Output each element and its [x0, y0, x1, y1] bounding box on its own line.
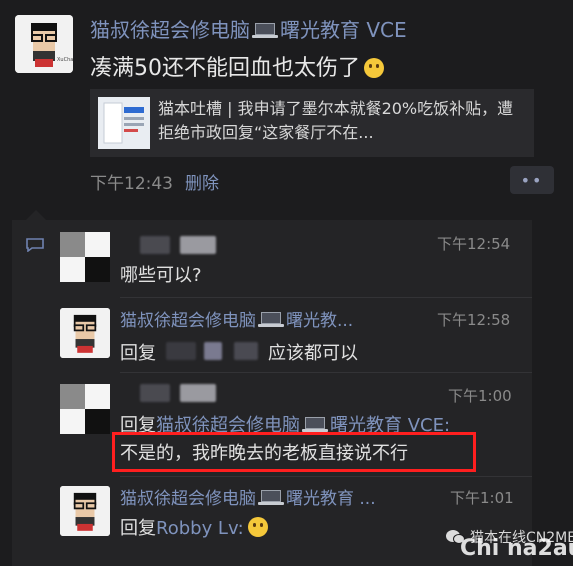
- comment-author-name[interactable]: 猫叔徐超会修电脑: [120, 489, 256, 509]
- comment-author[interactable]: 猫叔徐超会修电脑 曙光教...: [120, 306, 353, 331]
- post-text-content: 凑满50还不能回血也太伤了: [90, 56, 360, 81]
- blurred-reply-target: [166, 342, 196, 360]
- post-time: 下午12:43: [90, 174, 173, 194]
- comment-reply-prefix: 回复: [120, 518, 156, 539]
- divider: [120, 372, 532, 373]
- post-author-name[interactable]: 猫叔徐超会修电脑 曙光教育 VCE: [90, 14, 407, 43]
- comment-text: 哪些可以?: [120, 265, 202, 286]
- more-actions-button[interactable]: ••: [510, 166, 554, 194]
- comment-time: 下午12:54: [437, 235, 511, 253]
- divider: [120, 476, 532, 477]
- laptop-icon: [252, 23, 278, 39]
- comment-reply-prefix: 回复: [120, 343, 156, 364]
- shared-link-card[interactable]: 猫本吐槽 | 我申请了墨尔本就餐20%吃饭补贴，遭拒绝市政回复“这家餐厅不在..…: [90, 89, 534, 157]
- commenter-avatar-blurred[interactable]: [60, 232, 110, 282]
- comment-reply-line: 回复Robby Lv:: [120, 514, 268, 540]
- blurred-reply-target-2: [204, 342, 222, 360]
- comment-icon: [26, 238, 44, 252]
- blurred-name: [140, 384, 170, 402]
- blurred-name-2: [180, 236, 216, 254]
- comment-author-suffix[interactable]: 曙光教育 ...: [286, 489, 376, 509]
- comment-author-name[interactable]: 猫叔徐超会修电脑: [120, 311, 256, 331]
- divider: [120, 297, 532, 298]
- comment-time: 下午1:00: [448, 387, 512, 405]
- comment-text: 应该都可以: [268, 343, 358, 364]
- comment-author-suffix[interactable]: 曙光教...: [286, 311, 353, 331]
- reply-target-name[interactable]: Robby Lv:: [156, 518, 244, 539]
- comment-time: 下午1:01: [450, 489, 514, 507]
- author-avatar-small[interactable]: [60, 308, 110, 358]
- author-suffix-text[interactable]: 曙光教育 VCE: [280, 18, 407, 42]
- author-avatar[interactable]: XuChao: [15, 15, 73, 73]
- post-text: 凑满50还不能回血也太伤了: [90, 50, 384, 82]
- author-name-text[interactable]: 猫叔徐超会修电脑: [90, 18, 250, 42]
- watermark-text-large: Chi na2au: [460, 536, 573, 561]
- flushed-face-emoji-icon: [364, 58, 384, 78]
- link-thumbnail: [98, 97, 150, 149]
- blurred-name-2: [180, 384, 216, 402]
- author-avatar-small[interactable]: [60, 486, 110, 536]
- panel-notch: [26, 210, 46, 220]
- laptop-icon: [302, 417, 328, 433]
- blurred-reply-target-3: [234, 342, 258, 360]
- face-with-hand-emoji-icon: [247, 517, 268, 537]
- blurred-name: [140, 236, 170, 254]
- commenter-avatar-blurred[interactable]: [60, 384, 110, 434]
- link-title[interactable]: 猫本吐槽 | 我申请了墨尔本就餐20%吃饭补贴，遭拒绝市政回复“这家餐厅不在..…: [158, 97, 528, 145]
- highlight-box: [112, 432, 476, 472]
- laptop-icon: [258, 490, 284, 506]
- post-meta: 下午12:43 删除: [90, 169, 219, 194]
- comment-time: 下午12:58: [437, 311, 511, 329]
- svg-text:XuChao: XuChao: [57, 57, 73, 63]
- delete-button[interactable]: 删除: [185, 174, 219, 194]
- comment-author[interactable]: 猫叔徐超会修电脑 曙光教育 ...: [120, 484, 376, 509]
- laptop-icon: [258, 312, 284, 328]
